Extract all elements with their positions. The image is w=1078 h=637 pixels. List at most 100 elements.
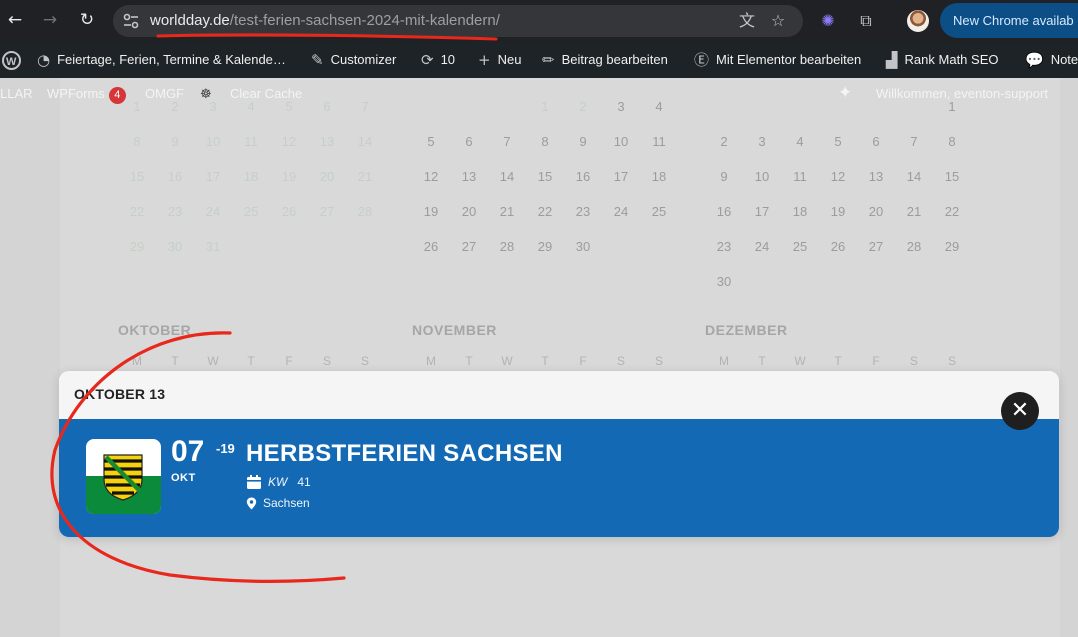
calendar-day[interactable]: 17 xyxy=(606,169,636,184)
calendar-day[interactable]: 11 xyxy=(644,134,674,149)
calendar-day[interactable]: 30 xyxy=(709,274,739,289)
calendar-day[interactable]: 20 xyxy=(312,169,342,184)
calendar-day[interactable]: 9 xyxy=(160,134,190,149)
calendar-day[interactable]: 8 xyxy=(122,134,152,149)
calendar-day[interactable]: 26 xyxy=(274,204,304,219)
calendar-day[interactable]: 25 xyxy=(785,239,815,254)
calendar-day[interactable]: 13 xyxy=(312,134,342,149)
calendar-day[interactable]: 18 xyxy=(785,204,815,219)
calendar-day[interactable]: 8 xyxy=(937,134,967,149)
calendar-day[interactable]: 13 xyxy=(454,169,484,184)
calendar-day[interactable]: 8 xyxy=(530,134,560,149)
calendar-day[interactable]: 23 xyxy=(568,204,598,219)
calendar-day[interactable]: 26 xyxy=(823,239,853,254)
calendar-day[interactable]: 28 xyxy=(899,239,929,254)
calendar-day[interactable]: 17 xyxy=(747,204,777,219)
calendar-day[interactable]: 17 xyxy=(198,169,228,184)
calendar-day[interactable]: 13 xyxy=(861,169,891,184)
calendar-day[interactable]: 6 xyxy=(861,134,891,149)
calendar-day[interactable]: 16 xyxy=(160,169,190,184)
calendar-day[interactable]: 18 xyxy=(644,169,674,184)
calendar-day[interactable]: 11 xyxy=(236,134,266,149)
calendar-day[interactable]: 7 xyxy=(350,99,380,114)
calendar-day[interactable]: 16 xyxy=(568,169,598,184)
calendar-day[interactable]: 1 xyxy=(530,99,560,114)
calendar-day[interactable]: 25 xyxy=(644,204,674,219)
calendar-day[interactable]: 2 xyxy=(568,99,598,114)
calendar-day[interactable]: 18 xyxy=(236,169,266,184)
calendar-day[interactable]: 22 xyxy=(530,204,560,219)
calendar-day[interactable]: 10 xyxy=(747,169,777,184)
calendar-day[interactable]: 22 xyxy=(122,204,152,219)
updates-link[interactable]: ⟳ 10 xyxy=(421,42,455,78)
forward-icon[interactable]: → xyxy=(40,10,60,30)
calendar-day[interactable]: 12 xyxy=(823,169,853,184)
calendar-day[interactable]: 31 xyxy=(198,239,228,254)
calendar-day[interactable]: 3 xyxy=(198,99,228,114)
calendar-day[interactable]: 22 xyxy=(937,204,967,219)
calendar-day[interactable]: 20 xyxy=(861,204,891,219)
calendar-day[interactable]: 10 xyxy=(198,134,228,149)
calendar-day[interactable]: 4 xyxy=(236,99,266,114)
calendar-day[interactable]: 9 xyxy=(568,134,598,149)
calendar-day[interactable]: 19 xyxy=(823,204,853,219)
calendar-day[interactable]: 5 xyxy=(823,134,853,149)
calendar-day[interactable]: 27 xyxy=(861,239,891,254)
calendar-day[interactable]: 15 xyxy=(122,169,152,184)
calendar-day[interactable]: 1 xyxy=(937,99,967,114)
calendar-day[interactable]: 30 xyxy=(568,239,598,254)
calendar-day[interactable]: 12 xyxy=(416,169,446,184)
calendar-day[interactable]: 29 xyxy=(122,239,152,254)
calendar-day[interactable]: 5 xyxy=(274,99,304,114)
calendar-day[interactable]: 21 xyxy=(899,204,929,219)
close-icon[interactable]: ✕ xyxy=(1001,392,1039,430)
calendar-day[interactable]: 19 xyxy=(416,204,446,219)
calendar-day[interactable]: 4 xyxy=(785,134,815,149)
calendar-day[interactable]: 27 xyxy=(454,239,484,254)
notes-menu[interactable]: 💬 Note xyxy=(1025,42,1078,78)
translate-icon[interactable]: 文 xyxy=(737,11,757,31)
calendar-day[interactable]: 15 xyxy=(937,169,967,184)
calendar-day[interactable]: 2 xyxy=(709,134,739,149)
calendar-day[interactable]: 1 xyxy=(122,99,152,114)
calendar-day[interactable]: 3 xyxy=(606,99,636,114)
calendar-day[interactable]: 7 xyxy=(899,134,929,149)
extensions-puzzle-icon[interactable]: ⧉ xyxy=(855,10,877,32)
site-name-menu[interactable]: ◔ Feiertage, Ferien, Termine & Kalende… xyxy=(37,42,286,78)
calendar-day[interactable]: 5 xyxy=(416,134,446,149)
calendar-day[interactable]: 14 xyxy=(899,169,929,184)
chrome-update-button[interactable]: New Chrome availab xyxy=(940,3,1078,38)
calendar-day[interactable]: 6 xyxy=(454,134,484,149)
customizer-link[interactable]: ✎ Customizer xyxy=(311,42,396,78)
event-title[interactable]: HERBSTFERIEN SACHSEN xyxy=(246,440,563,468)
extension-icon[interactable]: ✺ xyxy=(817,10,839,32)
calendar-day[interactable]: 6 xyxy=(312,99,342,114)
url-text[interactable]: worldday.de/test-ferien-sachsen-2024-mit… xyxy=(150,12,500,29)
back-icon[interactable]: ← xyxy=(5,10,25,30)
edit-post-link[interactable]: ✏ Beitrag bearbeiten xyxy=(542,42,668,78)
event-card[interactable]: 07 -19 OKT HERBSTFERIEN SACHSEN KW 41 Sa… xyxy=(59,419,1059,537)
calendar-day[interactable]: 4 xyxy=(644,99,674,114)
rank-math-menu[interactable]: ▟ Rank Math SEO xyxy=(886,42,998,78)
llar-link[interactable]: LLAR xyxy=(0,86,33,101)
calendar-day[interactable]: 9 xyxy=(709,169,739,184)
calendar-day[interactable]: 24 xyxy=(606,204,636,219)
calendar-day[interactable]: 10 xyxy=(606,134,636,149)
calendar-day[interactable]: 11 xyxy=(785,169,815,184)
calendar-day[interactable]: 20 xyxy=(454,204,484,219)
calendar-day[interactable]: 19 xyxy=(274,169,304,184)
calendar-day[interactable]: 2 xyxy=(160,99,190,114)
wpforms-link[interactable]: WPForms 4 xyxy=(47,86,126,104)
wp-logo-menu[interactable] xyxy=(2,42,21,80)
calendar-day[interactable]: 24 xyxy=(747,239,777,254)
reload-icon[interactable]: ↻ xyxy=(77,10,97,30)
calendar-day[interactable]: 15 xyxy=(530,169,560,184)
calendar-day[interactable]: 16 xyxy=(709,204,739,219)
sparkle-icon[interactable]: ✦ xyxy=(838,83,852,103)
calendar-day[interactable]: 23 xyxy=(709,239,739,254)
calendar-day[interactable]: 14 xyxy=(492,169,522,184)
calendar-day[interactable]: 29 xyxy=(530,239,560,254)
calendar-day[interactable]: 29 xyxy=(937,239,967,254)
calendar-day[interactable]: 26 xyxy=(416,239,446,254)
calendar-day[interactable]: 24 xyxy=(198,204,228,219)
